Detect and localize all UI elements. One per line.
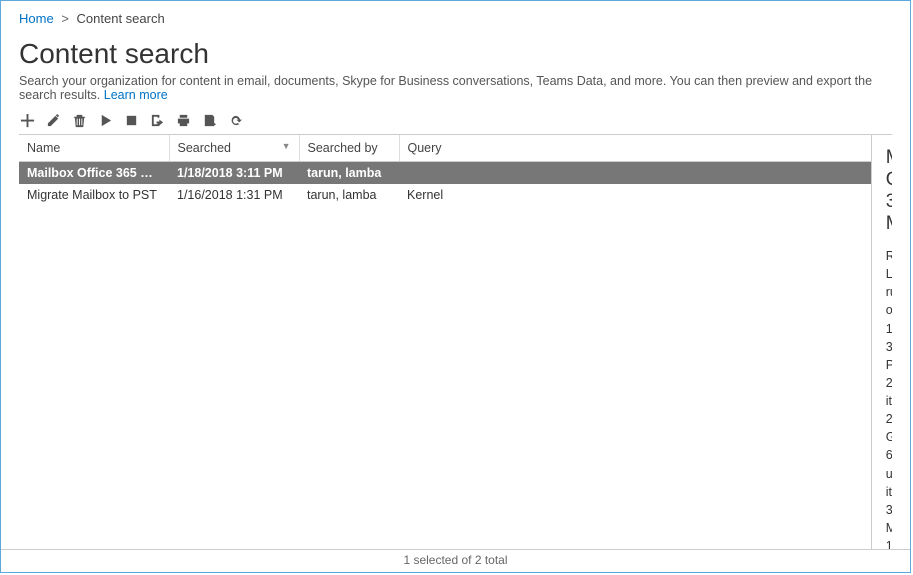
sort-arrow-icon: ▼ [282, 141, 291, 151]
col-searched[interactable]: Searched▼ [169, 135, 299, 162]
export-icon[interactable] [149, 112, 165, 128]
learn-more-link[interactable]: Learn more [104, 88, 168, 102]
breadcrumb-separator: > [61, 11, 69, 26]
delete-icon[interactable] [71, 112, 87, 128]
details-panel: Mailbox Office 365 Migration Results Las… [871, 135, 892, 549]
breadcrumb-home[interactable]: Home [19, 11, 54, 26]
edit-icon[interactable] [45, 112, 61, 128]
report-icon[interactable] [201, 112, 217, 128]
col-searched-by[interactable]: Searched by [299, 135, 399, 162]
page-title: Content search [19, 38, 892, 70]
search-table: Name Searched▼ Searched by Query Mailbox… [19, 135, 871, 206]
col-query[interactable]: Query [399, 135, 871, 162]
toolbar [19, 112, 892, 128]
stop-icon[interactable] [123, 112, 139, 128]
col-name[interactable]: Name [19, 135, 169, 162]
print-icon[interactable] [175, 112, 191, 128]
table-row[interactable]: Mailbox Office 365 Migrati... 1/18/2018 … [19, 162, 871, 185]
footer-status: 1 selected of 2 total [1, 549, 910, 572]
run-icon[interactable] [97, 112, 113, 128]
refresh-icon[interactable] [227, 112, 243, 128]
add-icon[interactable] [19, 112, 35, 128]
page-subtitle: Search your organization for content in … [19, 74, 892, 102]
breadcrumb: Home > Content search [19, 7, 892, 30]
table-row[interactable]: Migrate Mailbox to PST 1/16/2018 1:31 PM… [19, 184, 871, 206]
breadcrumb-current: Content search [77, 11, 165, 26]
